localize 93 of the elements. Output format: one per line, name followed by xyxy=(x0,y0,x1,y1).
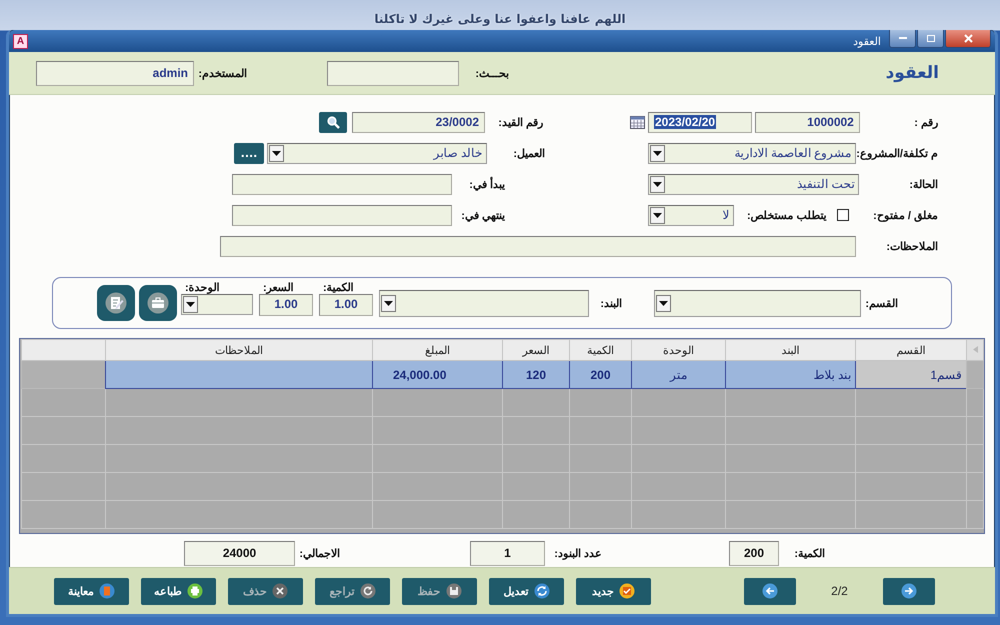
maximize-icon xyxy=(926,35,934,42)
field-label: م تكلفة/المشروع: xyxy=(856,146,938,160)
column-header[interactable]: الملاحظات xyxy=(106,340,372,360)
minimize-icon xyxy=(898,37,906,40)
table-cell: قسم1 xyxy=(856,360,966,388)
search-button[interactable] xyxy=(319,112,347,132)
refresh-icon xyxy=(534,583,550,599)
checkbox-icon xyxy=(619,583,635,599)
dropdown[interactable]: مشروع العاصمة الادارية xyxy=(648,142,856,164)
field-label: السعر: xyxy=(262,282,295,294)
column-header[interactable]: الكمية xyxy=(570,340,632,360)
window-title: العقود xyxy=(853,34,881,48)
dropdown[interactable] xyxy=(654,290,861,316)
field-label: الكمية: xyxy=(793,546,825,560)
table-cell: 200 xyxy=(570,360,632,388)
field-label: الكمية: xyxy=(322,282,355,294)
floppy-icon xyxy=(446,583,462,599)
table-cell: 24,000.00 xyxy=(372,360,502,388)
input-field[interactable]: 1.00 xyxy=(319,294,373,316)
app-icon: A xyxy=(13,34,28,48)
action-button[interactable]: معاينة xyxy=(54,578,129,604)
caret-icon xyxy=(653,150,662,156)
next-button[interactable] xyxy=(883,578,935,604)
input-field[interactable]: 1000002 xyxy=(755,112,860,132)
caret-icon xyxy=(653,182,662,186)
field-label: القسم: xyxy=(865,296,898,310)
row-pointer-icon xyxy=(972,346,978,353)
total-field[interactable]: 200 xyxy=(729,540,779,566)
input-field[interactable] xyxy=(220,236,856,256)
column-header[interactable]: القسم xyxy=(856,340,966,360)
more-button[interactable]: .... xyxy=(234,142,264,164)
caret-icon xyxy=(272,150,281,156)
search-field[interactable] xyxy=(327,60,459,86)
total-field[interactable]: 24000 xyxy=(184,540,295,566)
column-header[interactable]: السعر xyxy=(502,340,570,360)
table-cell: بند بلاط xyxy=(726,360,856,388)
document-icon xyxy=(99,583,115,599)
dropdown[interactable]: لا xyxy=(648,204,734,226)
close-button[interactable] xyxy=(945,30,991,48)
briefcase-icon xyxy=(147,292,169,314)
close-icon xyxy=(964,34,972,43)
field-label: الحالة: xyxy=(908,178,938,190)
field-label: ينتهي في: xyxy=(460,208,506,222)
column-header[interactable]: الوحدة xyxy=(632,340,726,360)
minimize-button[interactable] xyxy=(889,30,916,48)
caret-icon xyxy=(384,300,393,306)
add-item-button[interactable] xyxy=(139,285,177,321)
table-cell: 120 xyxy=(502,360,570,388)
record-position: 2/2 xyxy=(830,584,849,598)
caret-icon xyxy=(659,300,668,306)
action-button[interactable]: تعديل xyxy=(489,578,564,604)
date-field[interactable]: 2023/02/20 xyxy=(648,112,752,132)
dropdown[interactable]: تحت التنفيذ xyxy=(648,174,860,194)
checkbox[interactable] xyxy=(836,209,849,221)
input-field[interactable]: 23/0002 xyxy=(352,112,485,132)
table-cell: متر xyxy=(632,360,726,388)
form-title: العقود xyxy=(884,63,939,83)
field-label: مغلق / مفتوح: xyxy=(872,208,938,222)
close-icon xyxy=(272,583,288,599)
caret-icon xyxy=(653,212,662,218)
search-icon xyxy=(326,116,340,128)
refresh-icon xyxy=(360,583,376,599)
field-label: رقم : xyxy=(913,116,938,128)
field-label: يبدأ في: xyxy=(468,178,506,190)
caret-icon xyxy=(186,302,195,307)
field-label: الملاحظات: xyxy=(885,240,938,252)
dropdown[interactable]: خالد صابر xyxy=(267,142,487,164)
field-label: يتطلب مستخلص: xyxy=(746,208,827,222)
field-label: المستخدم: xyxy=(197,66,247,80)
edit-icon xyxy=(105,292,127,314)
user-field[interactable]: admin xyxy=(36,60,194,86)
maximize-button[interactable] xyxy=(917,30,944,48)
field-label: البند: xyxy=(599,296,622,310)
dropdown[interactable] xyxy=(181,294,253,315)
action-button[interactable]: طباعه xyxy=(141,578,216,604)
input-field[interactable] xyxy=(232,174,452,194)
field-label: بحـــث: xyxy=(474,66,509,80)
field-label: الاجمالي: xyxy=(298,546,340,560)
column-header[interactable]: البند xyxy=(726,340,856,360)
field-label: الوحدة: xyxy=(184,283,221,294)
field-label: عدد البنود: xyxy=(553,546,602,560)
input-field[interactable]: 1.00 xyxy=(259,294,313,316)
total-field[interactable]: 1 xyxy=(470,540,545,566)
action-button[interactable]: جديد xyxy=(576,578,651,604)
banner-text: اللهم عافنا واعفوا عنا وعلى غيرك لا تاكلنا xyxy=(373,11,627,28)
dropdown[interactable] xyxy=(379,290,589,316)
calendar-icon xyxy=(630,116,645,128)
field-label: رقم القيد: xyxy=(497,116,543,128)
input-field[interactable] xyxy=(232,204,452,226)
column-header[interactable]: المبلغ xyxy=(372,340,502,360)
previous-button[interactable] xyxy=(744,578,796,604)
field-label: العميل: xyxy=(512,146,545,160)
edit-item-button[interactable] xyxy=(97,285,135,321)
